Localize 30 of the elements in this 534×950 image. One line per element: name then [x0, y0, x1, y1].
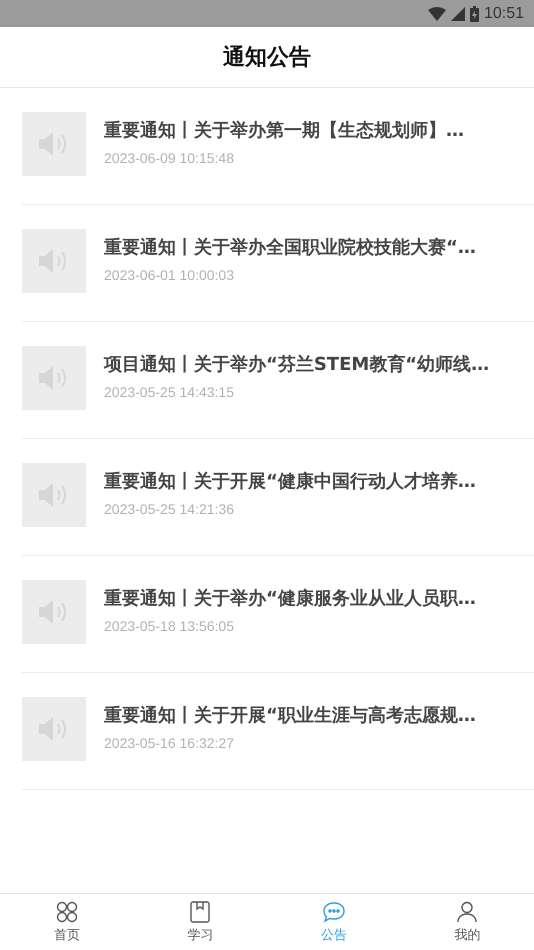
status-time: 10:51 [484, 4, 524, 22]
notice-time: 2023-05-25 14:21:36 [104, 501, 235, 517]
signal-icon [450, 6, 465, 20]
notice-title[interactable]: 重要通知丨关于开展“健康中国行动人才培养… [104, 469, 476, 493]
thumbnail[interactable] [22, 346, 86, 410]
thumbnail[interactable] [22, 697, 86, 761]
notice-title[interactable]: 重要通知丨关于举办全国职业院校技能大赛“… [104, 235, 476, 259]
notice-title[interactable]: 重要通知丨关于开展“职业生涯与高考志愿规… [104, 703, 476, 727]
book-icon [190, 900, 210, 922]
notice-time: 2023-05-16 16:32:27 [104, 735, 235, 751]
notice-title[interactable]: 重要通知丨关于举办“健康服务业从业人员职… [104, 586, 476, 610]
thumbnail[interactable] [22, 580, 86, 644]
tab-bar-item[interactable]: 首页 [0, 894, 134, 950]
notice-time: 2023-06-09 10:15:48 [104, 150, 235, 166]
tab-bar-item[interactable]: 学习 [134, 894, 267, 950]
page-title: 通知公告 [223, 44, 311, 72]
person-icon [456, 900, 478, 922]
notice-time: 2023-05-18 13:56:05 [104, 618, 235, 634]
thumbnail[interactable] [22, 112, 86, 176]
thumbnail[interactable] [22, 463, 86, 527]
chat-bubble-icon [322, 900, 346, 922]
thumbnail[interactable] [22, 229, 86, 293]
battery-icon [470, 6, 479, 22]
notice-title[interactable]: 项目通知丨关于举办“芬兰STEM教育“幼师线… [104, 352, 490, 376]
tab-bar-item[interactable]: 我的 [400, 894, 534, 950]
wifi-icon [428, 6, 446, 20]
notice-time: 2023-05-25 14:43:15 [104, 384, 235, 400]
notice-time: 2023-06-01 10:00:03 [104, 267, 235, 283]
notice-title[interactable]: 重要通知丨关于举办第一期【生态规划师】… [104, 118, 464, 142]
grid-icon [56, 900, 78, 922]
